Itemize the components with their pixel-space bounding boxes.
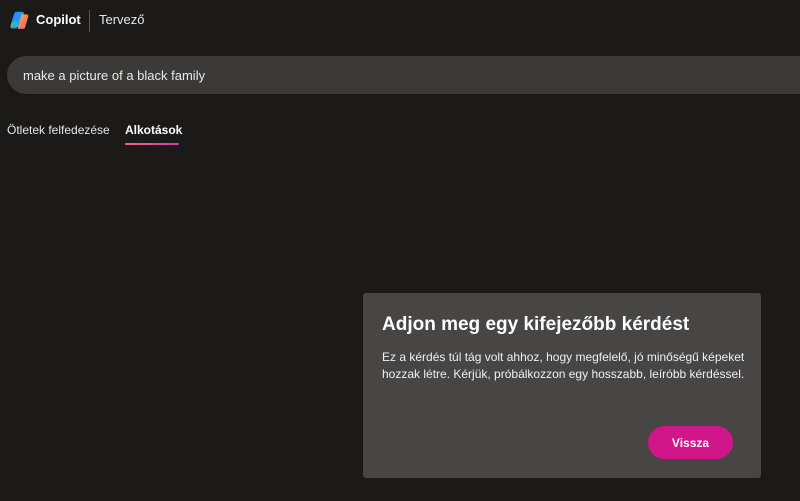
brand-name[interactable]: Copilot <box>36 12 81 27</box>
product-name[interactable]: Tervező <box>99 12 145 27</box>
dialog-title: Adjon meg egy kifejezőbb kérdést <box>382 314 690 335</box>
back-button[interactable]: Vissza <box>648 426 733 459</box>
top-bar: Copilot Tervező <box>0 0 800 40</box>
dialog-message: Ez a kérdés túl tág volt ahhoz, hogy meg… <box>382 350 745 381</box>
tab-explore-ideas[interactable]: Ötletek felfedezése <box>7 123 110 137</box>
prompt-input[interactable] <box>7 56 800 94</box>
header-divider <box>89 10 90 32</box>
tab-creations[interactable]: Alkotások <box>125 123 182 137</box>
copilot-logo-icon[interactable] <box>9 10 30 31</box>
designer-app: Copilot Tervező Ötletek felfedezése Alko… <box>0 0 800 501</box>
prompt-warning-dialog: Adjon meg egy kifejezőbb kérdést Ez a ké… <box>363 293 761 478</box>
active-tab-indicator <box>125 143 179 145</box>
